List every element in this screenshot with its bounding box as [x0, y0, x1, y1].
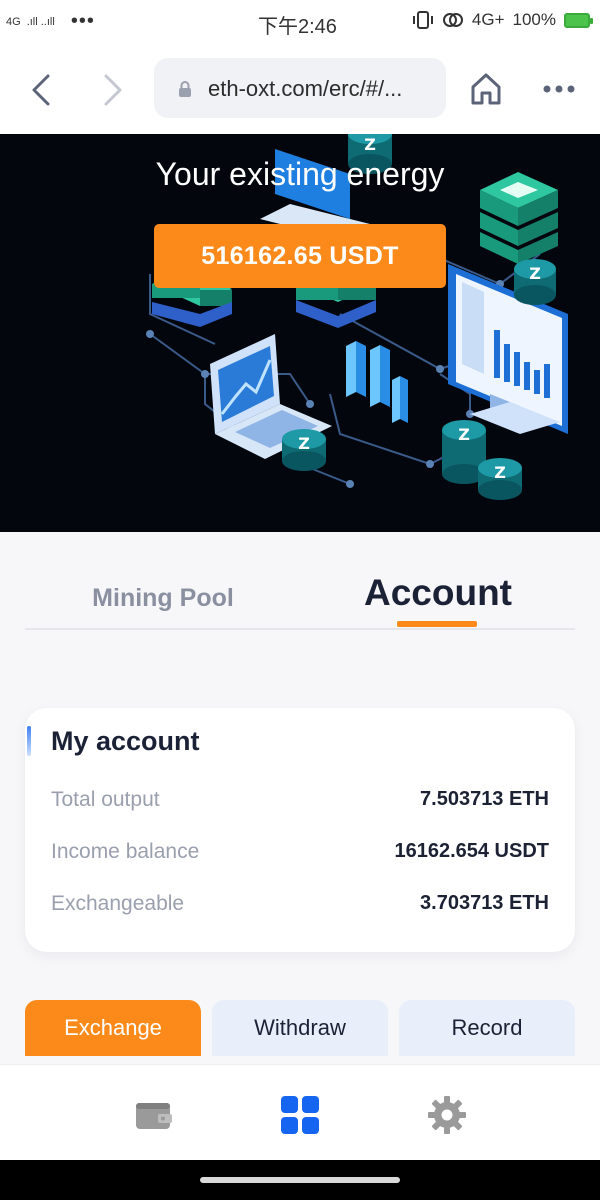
network-type-right: 4G+ — [471, 10, 505, 29]
coin-letter: Z — [529, 264, 541, 283]
vibrate-icon — [412, 11, 433, 29]
more-notifications-icon: ••• — [70, 10, 95, 32]
bottom-navigation — [0, 1064, 600, 1160]
coin-letter: Z — [298, 434, 310, 453]
more-icon[interactable] — [542, 84, 576, 94]
status-time: 下午2:46 — [258, 16, 337, 38]
signal-bars: .ıll ..ıll — [26, 15, 55, 28]
row-label: Income balance — [51, 840, 200, 863]
system-navigation-bar — [0, 1160, 600, 1200]
tab-account[interactable]: Account — [301, 572, 575, 614]
home-indicator[interactable] — [200, 1177, 400, 1183]
home-icon[interactable] — [470, 72, 502, 106]
wallet-icon[interactable] — [134, 1095, 174, 1135]
url-text: eth-oxt.com/erc/#/... — [208, 76, 403, 101]
card-accent-bar — [27, 726, 31, 756]
coin-letter: Z — [364, 135, 376, 154]
forward-icon[interactable] — [98, 72, 128, 108]
lock-icon — [179, 81, 191, 97]
status-right: 4G+ 100% — [412, 10, 593, 30]
row-total-output: Total output 7.503713 ETH — [51, 788, 549, 818]
action-tabs: Exchange Withdraw Record — [25, 1000, 575, 1056]
gear-icon[interactable] — [427, 1095, 467, 1135]
row-value: 16162.654 USDT — [394, 840, 549, 862]
card-title: My account — [51, 726, 200, 756]
row-exchangeable: Exchangeable 3.703713 ETH — [51, 892, 549, 922]
battery-percent: 100% — [512, 10, 556, 29]
row-income-balance: Income balance 16162.654 USDT — [51, 840, 549, 870]
coin-stack-right: Z — [514, 259, 556, 305]
coin-letter: Z — [494, 463, 506, 482]
status-left: 4G .ıll ..ıll ••• — [6, 10, 95, 33]
grid-icon[interactable] — [280, 1095, 320, 1135]
row-value: 7.503713 ETH — [420, 788, 549, 810]
address-bar[interactable]: eth-oxt.com/erc/#/... — [154, 58, 446, 118]
mining-illustration: Z Z Z Z Z — [146, 134, 568, 500]
tab-mining-pool[interactable]: Mining Pool — [25, 584, 301, 613]
bar-chart-graphic — [346, 341, 408, 423]
exchange-button[interactable]: Exchange — [25, 1000, 201, 1056]
my-account-card: My account Total output 7.503713 ETH Inc… — [25, 708, 575, 952]
back-icon[interactable] — [26, 72, 56, 108]
pool-account-tabs: Mining Pool Account — [25, 560, 575, 630]
hero-banner: Z Z Z Z Z Your existing energy 516162.65… — [0, 134, 600, 532]
status-bar: 4G .ıll ..ıll ••• 下午2:46 4G+ 100% — [0, 0, 600, 42]
row-value: 3.703713 ETH — [420, 892, 549, 914]
browser-toolbar: eth-oxt.com/erc/#/... — [0, 42, 600, 134]
active-tab-indicator — [397, 621, 477, 627]
battery-icon — [564, 12, 593, 28]
row-label: Exchangeable — [51, 892, 185, 915]
coin-stack-left-bottom: Z — [282, 429, 326, 471]
withdraw-button[interactable]: Withdraw — [212, 1000, 388, 1056]
network-type-left: 4G — [6, 15, 21, 28]
link-icon — [442, 13, 463, 27]
energy-title: Your existing energy — [155, 156, 445, 192]
coin-stack-right-bottom: Z Z — [442, 420, 522, 500]
record-button[interactable]: Record — [399, 1000, 575, 1056]
energy-value-button[interactable]: 516162.65 USDT — [154, 224, 446, 288]
coin-letter: Z — [458, 425, 470, 444]
row-label: Total output — [51, 788, 160, 811]
